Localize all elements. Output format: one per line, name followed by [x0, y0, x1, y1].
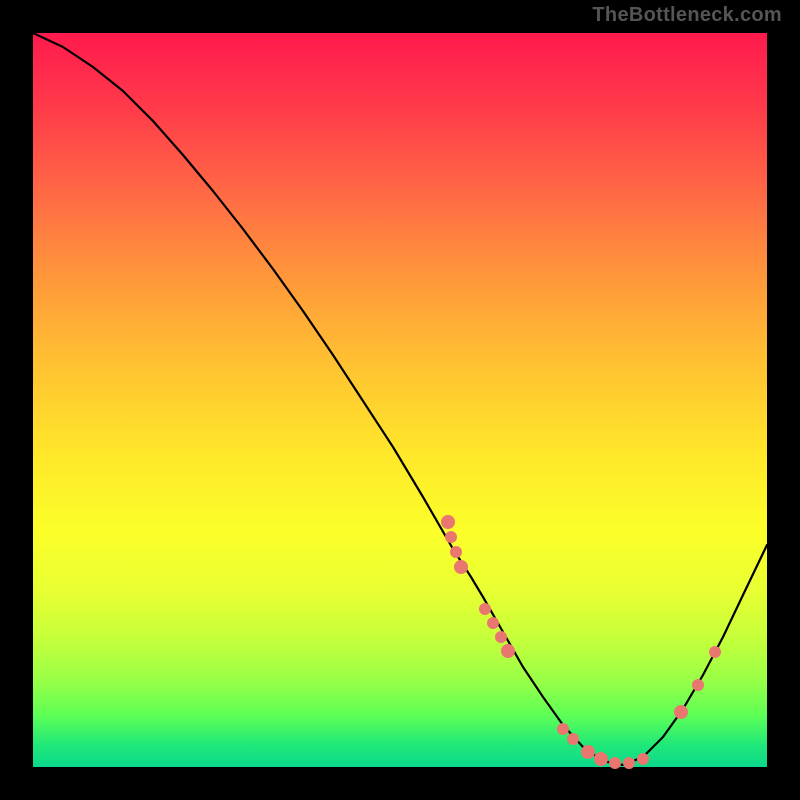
- scatter-dot: [454, 560, 468, 574]
- scatter-dot: [709, 646, 721, 658]
- scatter-dot: [557, 723, 569, 735]
- scatter-dot: [623, 757, 635, 769]
- scatter-dot: [581, 745, 595, 759]
- scatter-dot: [479, 603, 491, 615]
- scatter-dot: [674, 705, 688, 719]
- scatter-dot: [501, 644, 515, 658]
- scatter-dot: [450, 546, 462, 558]
- watermark-label: TheBottleneck.com: [592, 4, 782, 27]
- scatter-dot: [441, 515, 455, 529]
- scatter-dot: [487, 617, 499, 629]
- scatter-dot: [495, 631, 507, 643]
- plot-area: [33, 33, 767, 767]
- chart-frame: TheBottleneck.com: [0, 0, 800, 800]
- scatter-dot: [609, 757, 621, 769]
- scatter-dot: [594, 752, 608, 766]
- chart-svg: [33, 33, 767, 767]
- scatter-dot: [445, 531, 457, 543]
- scatter-dot: [567, 733, 579, 745]
- scatter-dot: [637, 753, 649, 765]
- bottleneck-curve: [33, 33, 767, 765]
- scatter-layer: [441, 515, 721, 769]
- scatter-dot: [692, 679, 704, 691]
